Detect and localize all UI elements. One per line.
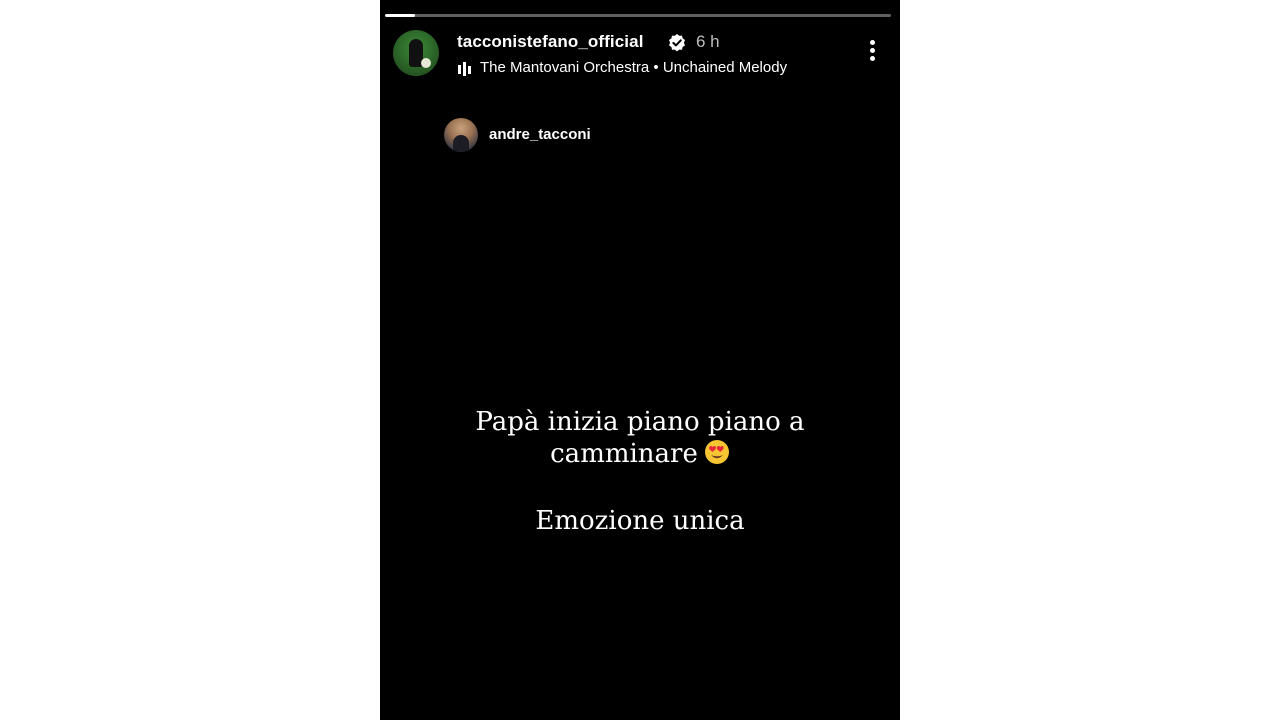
more-dot-icon [869, 48, 875, 53]
avatar-ball-shape [421, 58, 431, 68]
heart-eyes-emoji-icon [704, 440, 729, 464]
author-avatar[interactable] [393, 30, 439, 76]
page: tacconistefano_official 6 h The Mantovan… [0, 0, 1280, 720]
more-options-button[interactable] [867, 40, 877, 66]
story-progress-fill [385, 14, 416, 17]
caption-line-2-wrapper: camminare [440, 438, 840, 470]
story-viewer[interactable]: tacconistefano_official 6 h The Mantovan… [380, 0, 900, 720]
caption-line-2: camminare [550, 439, 698, 469]
music-bars-icon [458, 62, 471, 76]
more-dot-icon [869, 56, 875, 61]
post-time: 6 h [696, 32, 720, 51]
music-track-label[interactable]: The Mantovani Orchestra • Unchained Melo… [480, 59, 787, 76]
mention-avatar-figure [453, 135, 469, 152]
story-progress-bar [385, 14, 891, 17]
story-caption: Papà inizia piano piano a camminare [440, 406, 840, 470]
mention-username: andre_tacconi [489, 126, 591, 143]
caption-line-1: Papà inizia piano piano a [475, 407, 805, 437]
story-header: tacconistefano_official 6 h The Mantovan… [393, 30, 887, 78]
caption-line-3: Emozione unica [535, 506, 745, 536]
more-dot-icon [869, 40, 875, 45]
author-username[interactable]: tacconistefano_official [457, 32, 644, 52]
verified-badge-icon [669, 34, 685, 52]
mention-avatar [444, 118, 478, 152]
